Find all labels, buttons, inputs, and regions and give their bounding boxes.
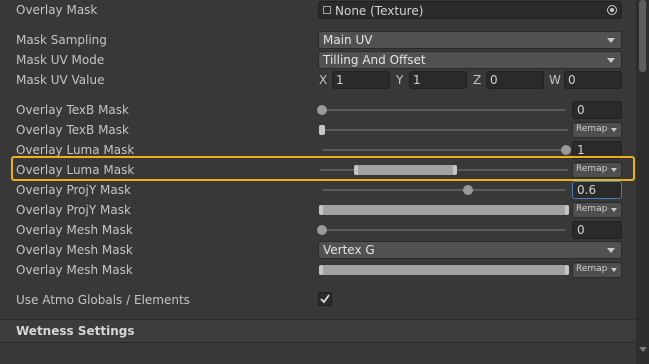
- texb-mask-remap-row: Overlay TexB Mask Remap: [0, 120, 636, 140]
- scrollbar-thumb[interactable]: [639, 0, 646, 72]
- mask-sampling-row: Mask Sampling Main UV: [0, 30, 636, 50]
- texture-icon: [323, 6, 331, 14]
- z-value: 0: [490, 73, 498, 87]
- x-field[interactable]: 1: [332, 71, 390, 89]
- mesh-mask-channel-row: Overlay Mesh Mask Vertex G: [0, 240, 636, 260]
- y-value: 1: [413, 73, 421, 87]
- z-label: Z: [473, 73, 482, 87]
- z-field[interactable]: 0: [486, 71, 544, 89]
- y-label: Y: [396, 73, 404, 87]
- w-value: 0: [568, 73, 576, 87]
- mesh-mask-remap-label: Overlay Mesh Mask: [16, 263, 133, 277]
- remap-label: Remap: [576, 124, 608, 134]
- texb-mask-slider-label: Overlay TexB Mask: [16, 103, 129, 117]
- overlay-mask-row: Overlay Mask None (Texture): [0, 0, 636, 20]
- slider-track[interactable]: [322, 229, 566, 231]
- range-handle[interactable]: [321, 125, 325, 135]
- section-title: Wetness Settings: [16, 324, 135, 338]
- chevron-down-icon: [607, 38, 615, 43]
- texb-mask-remap-label: Overlay TexB Mask: [16, 123, 129, 137]
- projy-mask-value: 0.6: [577, 183, 597, 197]
- chevron-down-icon: [607, 248, 615, 253]
- texb-mask-value-field[interactable]: 0: [572, 101, 622, 119]
- chevron-down-icon: [611, 128, 617, 132]
- range-handle[interactable]: [319, 205, 323, 215]
- projy-mask-slider-row: Overlay ProjY Mask 0.6: [0, 180, 636, 200]
- mask-sampling-value: Main UV: [323, 33, 373, 47]
- projy-mask-slider-label: Overlay ProjY Mask: [16, 183, 131, 197]
- range-handle[interactable]: [565, 205, 569, 215]
- mask-sampling-label: Mask Sampling: [16, 33, 107, 47]
- mesh-mask-slider-row: Overlay Mesh Mask 0: [0, 220, 636, 240]
- mask-uv-value-label: Mask UV Value: [16, 73, 105, 87]
- slider-thumb[interactable]: [317, 225, 327, 235]
- mask-uv-mode-dropdown[interactable]: Tilling And Offset: [318, 51, 622, 69]
- use-atmo-checkbox[interactable]: [318, 292, 332, 306]
- chevron-down-icon: [611, 268, 617, 272]
- projy-mask-value-field[interactable]: 0.6: [572, 181, 622, 199]
- w-label: W: [549, 73, 561, 87]
- remap-label: Remap: [576, 204, 608, 214]
- mesh-mask-remap-row: Overlay Mesh Mask Remap: [0, 260, 636, 280]
- mask-uv-mode-row: Mask UV Mode Tilling And Offset: [0, 50, 636, 70]
- overlay-mask-value: None (Texture): [335, 4, 424, 18]
- mask-uv-mode-label: Mask UV Mode: [16, 53, 105, 67]
- texb-mask-slider-row: Overlay TexB Mask 0: [0, 100, 636, 120]
- object-picker-icon[interactable]: [607, 5, 617, 15]
- slider-track[interactable]: [322, 189, 566, 191]
- remap-dropdown[interactable]: Remap: [572, 122, 622, 138]
- luma-mask-slider-label: Overlay Luma Mask: [16, 143, 135, 157]
- mask-uv-mode-value: Tilling And Offset: [323, 53, 426, 67]
- highlight-box: [11, 156, 635, 181]
- mesh-mask-slider-label: Overlay Mesh Mask: [16, 223, 133, 237]
- remap-dropdown[interactable]: Remap: [572, 202, 622, 218]
- slider-thumb[interactable]: [463, 185, 474, 195]
- remap-label: Remap: [576, 264, 608, 274]
- minmax-range-bar[interactable]: [320, 265, 568, 275]
- remap-dropdown[interactable]: Remap: [572, 262, 622, 278]
- checkmark-icon: [320, 294, 330, 304]
- slider-track[interactable]: [322, 109, 566, 111]
- wetness-settings-header[interactable]: Wetness Settings: [0, 319, 636, 343]
- minmax-range-bar[interactable]: [320, 205, 568, 215]
- mask-sampling-dropdown[interactable]: Main UV: [318, 31, 622, 49]
- texb-mask-value: 0: [577, 103, 585, 117]
- use-atmo-label: Use Atmo Globals / Elements: [16, 293, 190, 307]
- range-handle[interactable]: [319, 265, 323, 275]
- slider-thumb[interactable]: [561, 145, 571, 155]
- mesh-mask-channel-label: Overlay Mesh Mask: [16, 243, 133, 257]
- slider-thumb[interactable]: [317, 105, 327, 115]
- x-label: X: [319, 73, 328, 87]
- use-atmo-row: Use Atmo Globals / Elements: [0, 290, 636, 310]
- mask-uv-value-row: Mask UV Value X 1 Y 1 Z 0 W 0: [0, 70, 636, 90]
- x-value: 1: [336, 73, 344, 87]
- chevron-down-icon: [607, 58, 615, 63]
- projy-mask-remap-row: Overlay ProjY Mask Remap: [0, 200, 636, 220]
- range-handle[interactable]: [565, 265, 569, 275]
- minmax-slider-track[interactable]: [320, 129, 568, 131]
- chevron-down-icon: [611, 208, 617, 212]
- mesh-mask-channel-value: Vertex G: [323, 243, 375, 257]
- vertical-scrollbar[interactable]: [636, 0, 649, 364]
- y-field[interactable]: 1: [409, 71, 467, 89]
- slider-track[interactable]: [322, 149, 566, 151]
- w-field[interactable]: 0: [564, 71, 622, 89]
- luma-mask-value: 1: [577, 143, 585, 157]
- scroll-down-arrow-icon[interactable]: [639, 347, 647, 352]
- mesh-mask-channel-dropdown[interactable]: Vertex G: [318, 241, 622, 259]
- mesh-mask-value-field[interactable]: 0: [572, 221, 622, 239]
- projy-mask-remap-label: Overlay ProjY Mask: [16, 203, 131, 217]
- mesh-mask-value: 0: [577, 223, 585, 237]
- overlay-mask-label: Overlay Mask: [16, 3, 98, 17]
- overlay-mask-object-field[interactable]: None (Texture): [318, 1, 622, 19]
